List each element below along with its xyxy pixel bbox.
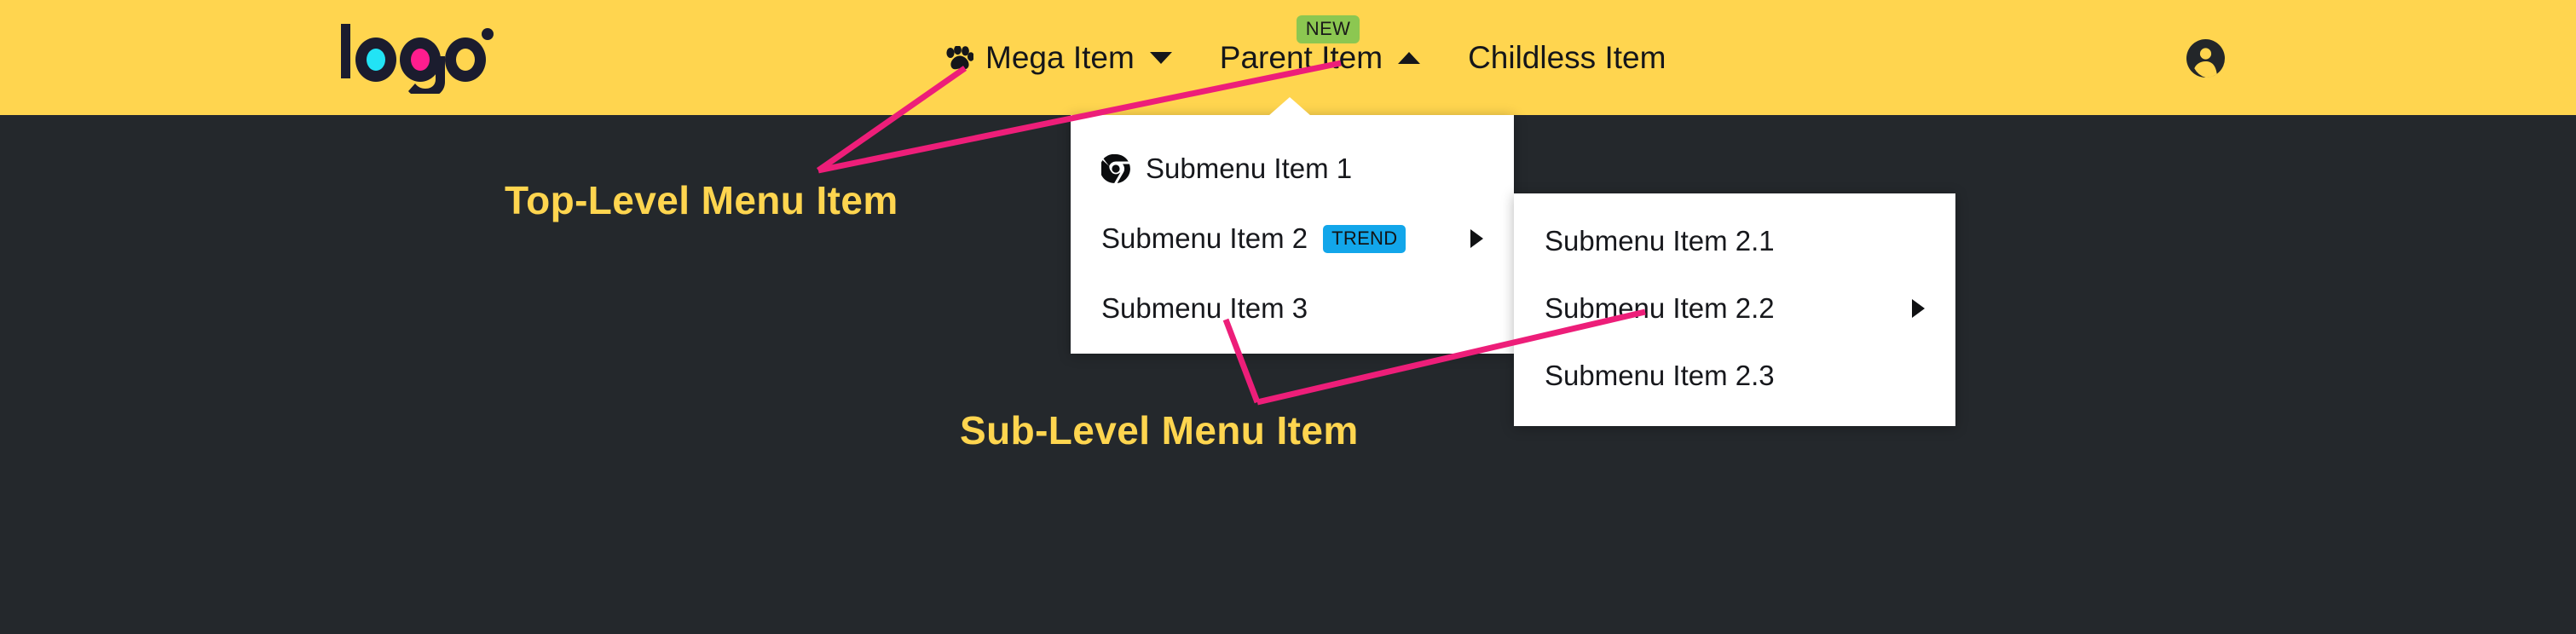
menu-item-label: Submenu Item 2 bbox=[1101, 222, 1308, 254]
chrome-icon bbox=[1100, 153, 1130, 183]
nav-item-label: Parent Item bbox=[1219, 40, 1383, 75]
chevron-up-icon bbox=[1398, 51, 1421, 64]
menu-item-submenu-3[interactable]: Submenu Item 3 bbox=[1071, 274, 1514, 343]
menu-item-submenu-2[interactable]: Submenu Item 2 TREND bbox=[1071, 204, 1514, 274]
menu-item-label: Submenu Item 3 bbox=[1101, 292, 1308, 324]
menu-item-submenu-2-2[interactable]: Submenu Item 2.2 bbox=[1514, 274, 1955, 342]
nav-item-label: Mega Item bbox=[985, 40, 1135, 75]
menu-item-label: Submenu Item 2.3 bbox=[1545, 359, 1775, 391]
chevron-right-icon bbox=[1912, 298, 1925, 318]
menu-item-submenu-2-1[interactable]: Submenu Item 2.1 bbox=[1514, 207, 1955, 274]
nav-item-mega-item[interactable]: Mega Item bbox=[921, 0, 1196, 115]
site-logo[interactable] bbox=[338, 22, 500, 98]
chevron-down-icon bbox=[1149, 51, 1172, 64]
dropdown-level-2: Submenu Item 2.1 Submenu Item 2.2 Submen… bbox=[1514, 193, 1955, 426]
dropdown-pointer bbox=[1268, 97, 1311, 116]
menu-item-label: Submenu Item 1 bbox=[1146, 153, 1353, 184]
annotation-top-level: Top-Level Menu Item bbox=[505, 178, 898, 222]
nav-item-childless-item[interactable]: Childless Item bbox=[1444, 0, 1689, 115]
paw-icon bbox=[944, 44, 974, 71]
annotation-sub-level: Sub-Level Menu Item bbox=[960, 408, 1359, 452]
account-icon[interactable] bbox=[2186, 39, 2225, 78]
dropdown-level-1: Submenu Item 1 Submenu Item 2 TREND Subm… bbox=[1071, 97, 1514, 354]
menu-item-label: Submenu Item 2.2 bbox=[1545, 291, 1775, 324]
nav-item-label: Childless Item bbox=[1468, 40, 1666, 75]
menu-item-submenu-2-3[interactable]: Submenu Item 2.3 bbox=[1514, 342, 1955, 409]
status-badge-trend: TREND bbox=[1323, 224, 1406, 253]
status-badge-new: NEW bbox=[1296, 15, 1360, 43]
chevron-right-icon bbox=[1470, 229, 1483, 248]
nav-item-parent-item[interactable]: NEW Parent Item bbox=[1196, 0, 1444, 115]
page-stage: Mega Item NEW Parent Item Childless Item bbox=[0, 0, 2576, 634]
menu-item-submenu-1[interactable]: Submenu Item 1 bbox=[1071, 134, 1514, 204]
menu-item-label: Submenu Item 2.1 bbox=[1545, 224, 1775, 256]
